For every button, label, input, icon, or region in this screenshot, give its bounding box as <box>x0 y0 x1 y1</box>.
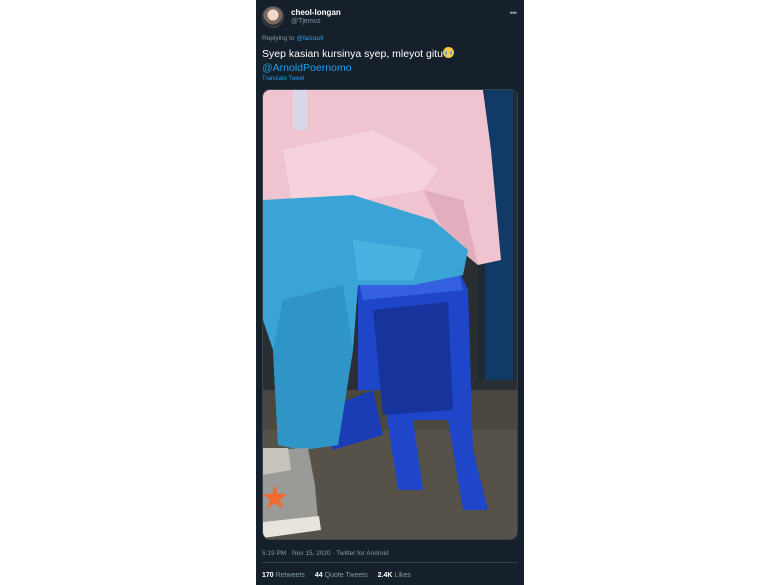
divider <box>262 562 518 563</box>
quotes-label: Quote Tweets <box>324 572 368 579</box>
tweet-body: Syep kasian kursinya syep, mleyot gitu <box>262 48 443 60</box>
retweets-count: 170 <box>262 572 274 579</box>
likes-count: 2.4K <box>377 572 393 579</box>
stool-cutout <box>373 302 453 415</box>
inner-shirt <box>293 90 307 130</box>
trouser-leg <box>273 285 353 450</box>
tweet-card: cheol-longan @Tjemvz ••• Replying to @fa… <box>256 0 524 585</box>
tweet-text: Syep kasian kursinya syep, mleyot gitu @… <box>262 47 518 75</box>
avatar[interactable] <box>262 6 284 28</box>
crying-face-icon <box>442 47 454 58</box>
replying-prefix: Replying to <box>262 35 295 42</box>
quotes-count: 44 <box>314 572 323 579</box>
replying-to: Replying to @faizaufi <box>262 35 324 42</box>
mention-link[interactable]: @ArnoldPoernomo <box>262 61 518 75</box>
retweets-stat[interactable]: 170 Retweets <box>262 572 305 579</box>
translate-tweet-link[interactable]: Translate Tweet <box>262 76 304 82</box>
more-horizontal-icon[interactable]: ••• <box>510 8 518 18</box>
photo-illustration <box>263 90 517 539</box>
engagement-stats: 170 Retweets 44 Quote Tweets 2.4K Likes <box>262 572 419 579</box>
retweets-label: Retweets <box>275 572 305 579</box>
tweet-photo[interactable] <box>262 89 518 540</box>
user-handle[interactable]: @Tjemvz <box>291 18 321 25</box>
tweet-timestamp[interactable]: 5:19 PM · Nov 15, 2020 · Twitter for And… <box>262 550 389 557</box>
display-name[interactable]: cheol-longan <box>291 8 341 17</box>
tweet-header: cheol-longan @Tjemvz ••• <box>262 6 518 30</box>
replying-to-link[interactable]: @faizaufi <box>296 35 323 42</box>
likes-stat[interactable]: 2.4K Likes <box>378 572 411 579</box>
likes-label: Likes <box>394 572 411 579</box>
quote-tweets-stat[interactable]: 44 Quote Tweets <box>315 572 368 579</box>
